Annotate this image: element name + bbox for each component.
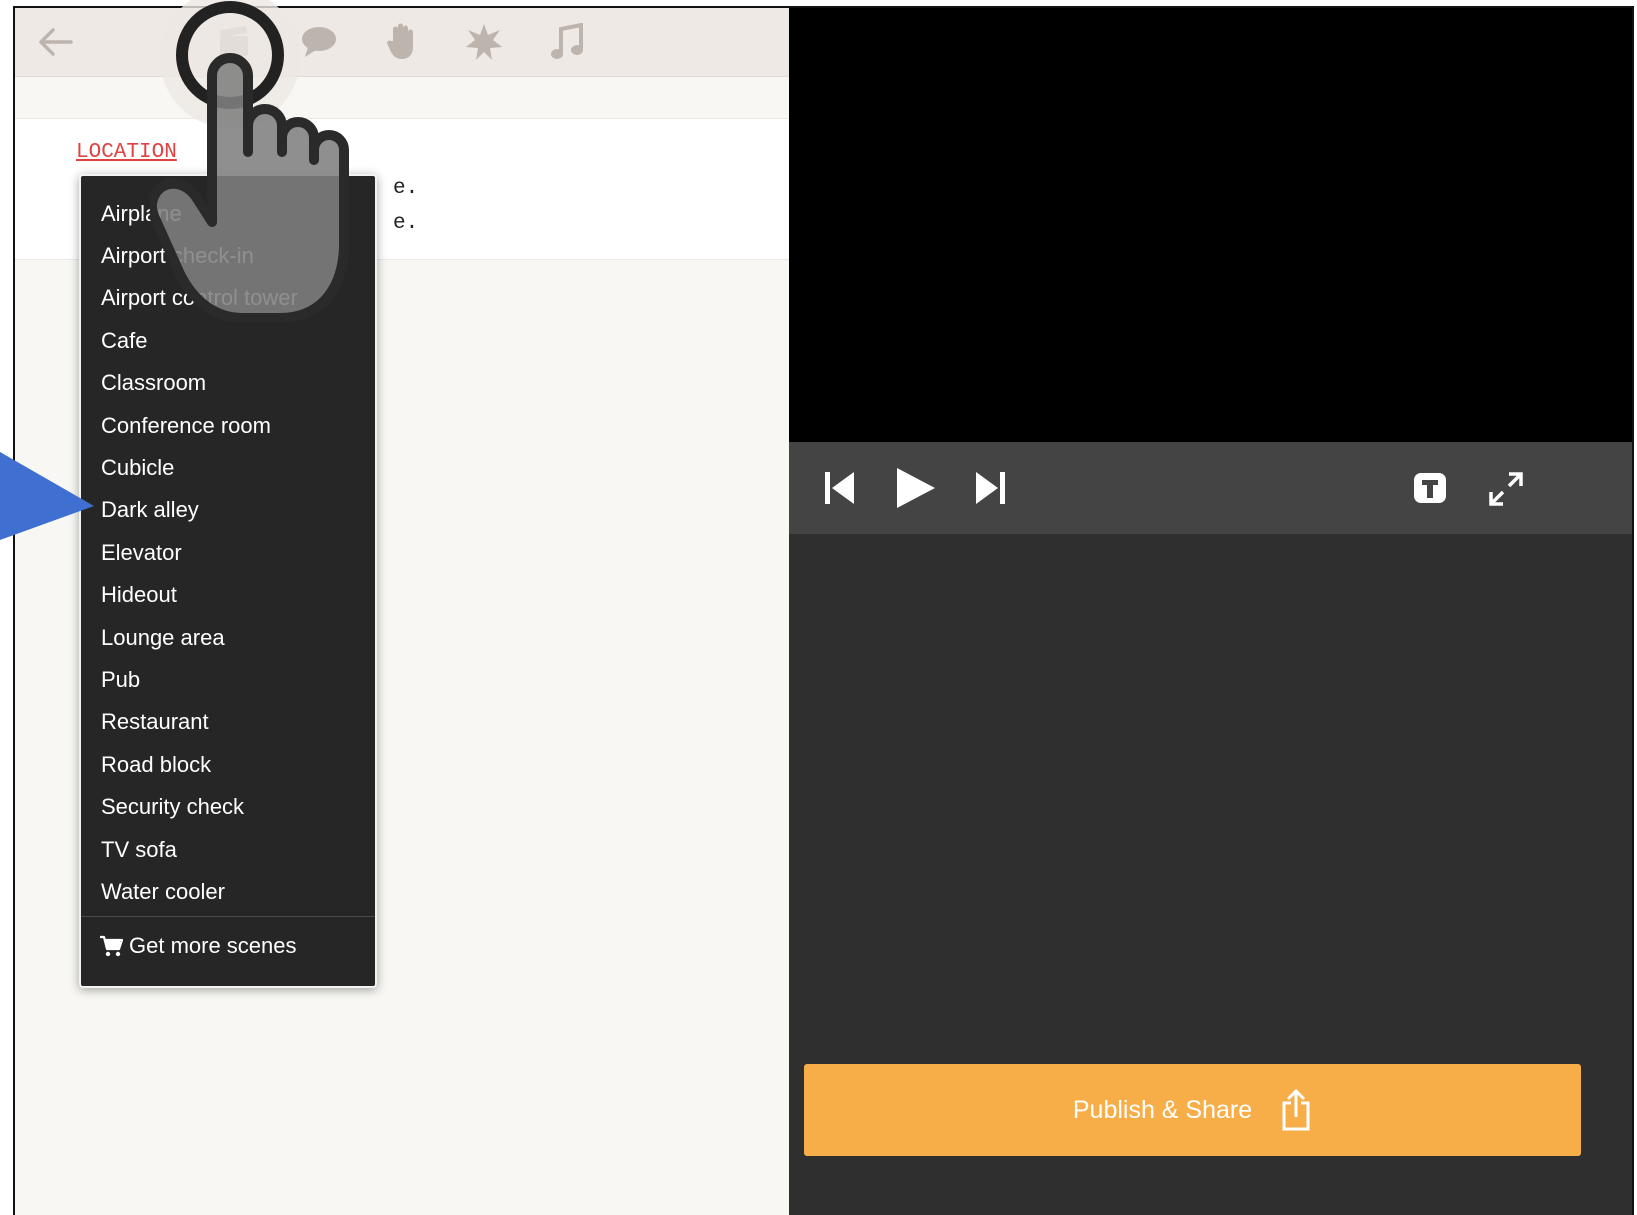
skip-forward-icon[interactable] bbox=[971, 468, 1011, 508]
script-editor-pane: LOCATION e. e. Airplane Airport check-in… bbox=[15, 8, 825, 1215]
menu-item-restaurant[interactable]: Restaurant bbox=[101, 704, 209, 740]
menu-divider bbox=[81, 916, 375, 917]
skip-back-icon[interactable] bbox=[819, 468, 859, 508]
burst-icon[interactable] bbox=[464, 22, 504, 62]
menu-item-hideout[interactable]: Hideout bbox=[101, 577, 177, 613]
menu-item-cafe[interactable]: Cafe bbox=[101, 323, 147, 359]
video-viewport[interactable] bbox=[789, 8, 1632, 442]
menu-item-water-cooler[interactable]: Water cooler bbox=[101, 874, 225, 910]
tap-hand-icon bbox=[150, 0, 349, 323]
pointer-arrow-icon bbox=[0, 452, 94, 540]
menu-item-classroom[interactable]: Classroom bbox=[101, 365, 206, 401]
menu-item-pub[interactable]: Pub bbox=[101, 662, 140, 698]
music-note-icon[interactable] bbox=[547, 22, 587, 62]
menu-item-road-block[interactable]: Road block bbox=[101, 747, 211, 783]
text-toggle-icon[interactable] bbox=[1412, 470, 1448, 506]
player-controls bbox=[789, 442, 1632, 534]
script-line: e. bbox=[393, 212, 419, 235]
menu-item-tv-sofa[interactable]: TV sofa bbox=[101, 832, 177, 868]
get-more-scenes-button[interactable]: Get more scenes bbox=[99, 928, 297, 964]
cart-icon bbox=[100, 935, 123, 957]
fullscreen-icon[interactable] bbox=[1487, 470, 1525, 508]
share-icon bbox=[1282, 1089, 1310, 1131]
menu-item-dark-alley[interactable]: Dark alley bbox=[101, 492, 199, 528]
preview-pane: Publish & Share bbox=[789, 8, 1632, 1215]
menu-item-security-check[interactable]: Security check bbox=[101, 789, 244, 825]
editor-toolbar bbox=[15, 8, 825, 77]
menu-item-elevator[interactable]: Elevator bbox=[101, 535, 182, 571]
play-icon[interactable] bbox=[891, 464, 939, 512]
publish-share-label: Publish & Share bbox=[1072, 1095, 1253, 1124]
menu-item-lounge-area[interactable]: Lounge area bbox=[101, 620, 225, 656]
menu-item-conference-room[interactable]: Conference room bbox=[101, 408, 271, 444]
script-line: e. bbox=[393, 177, 419, 200]
publish-share-button[interactable]: Publish & Share bbox=[804, 1064, 1581, 1156]
get-more-scenes-label: Get more scenes bbox=[129, 933, 297, 958]
back-arrow-icon[interactable] bbox=[35, 22, 75, 62]
menu-item-cubicle[interactable]: Cubicle bbox=[101, 450, 174, 486]
